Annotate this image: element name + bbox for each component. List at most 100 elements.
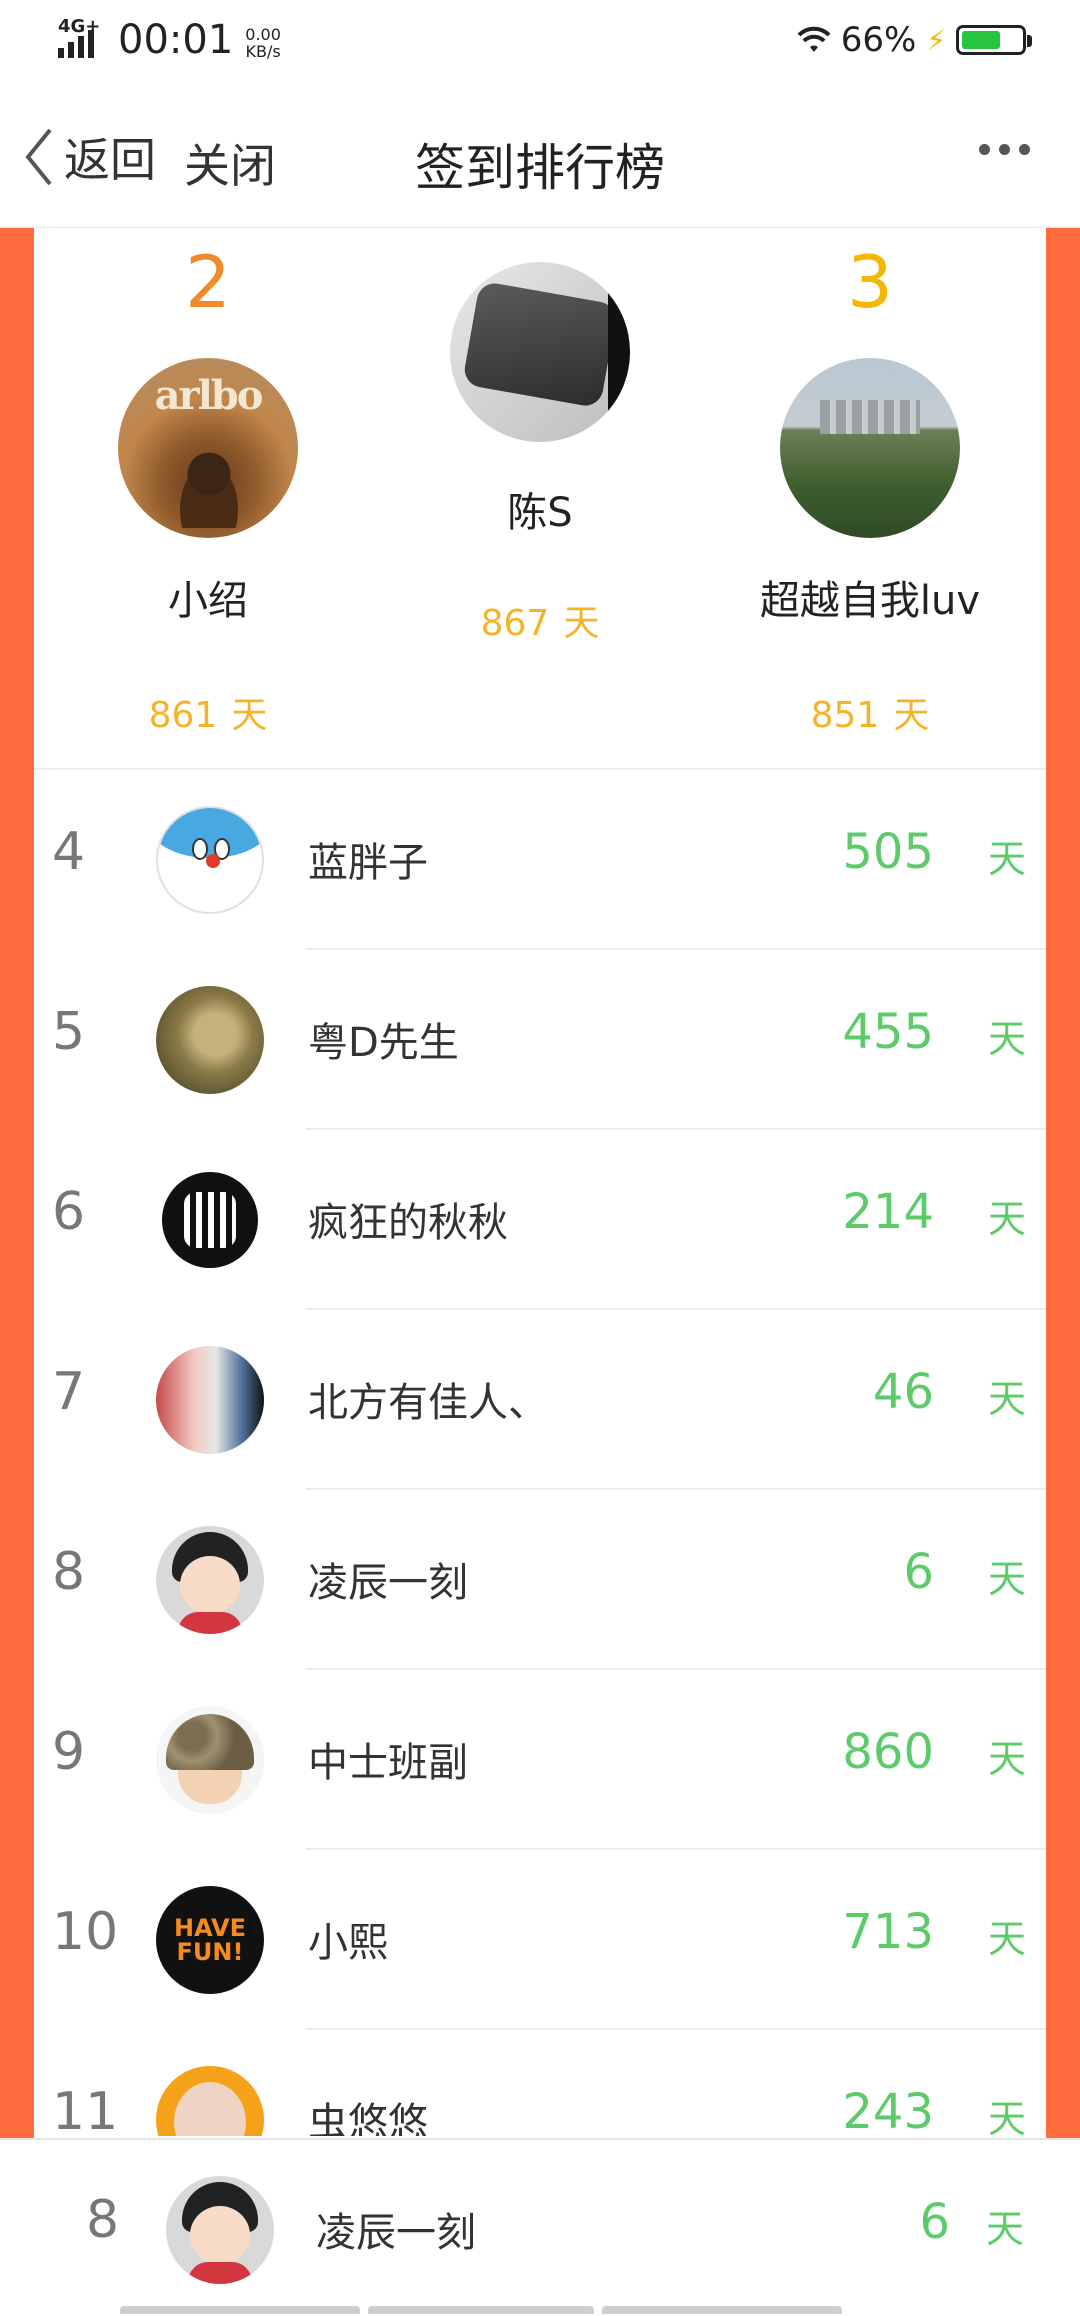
- more-dot-icon: [979, 144, 990, 155]
- network-type: 4G+: [58, 16, 101, 37]
- collage-avatar[interactable]: [156, 1346, 264, 1454]
- my-checkin-days: 6: [919, 2194, 950, 2250]
- rank-number: 10: [52, 1902, 119, 1962]
- doraemon-avatar[interactable]: [156, 806, 264, 914]
- user-name: 蓝胖子: [308, 840, 428, 886]
- my-name: 凌辰一刻: [316, 2210, 476, 2256]
- cartoon-boy-avatar[interactable]: [156, 1526, 264, 1634]
- user-name: 小熙: [308, 1920, 388, 1966]
- days-unit: 天: [987, 1017, 1026, 1061]
- podium-days-value: 851: [810, 695, 880, 736]
- podium-days-value: 861: [148, 695, 218, 736]
- more-menu-button[interactable]: [979, 144, 1030, 155]
- status-bar: 4G+ 00:01 0.00 KB/s 66% ⚡: [0, 0, 1080, 84]
- rank-number: 9: [52, 1722, 86, 1782]
- avatar-edge: [608, 262, 630, 442]
- avatar[interactable]: [450, 262, 630, 442]
- my-rank-bar[interactable]: 8 凌辰一刻 6 天: [0, 2138, 1080, 2316]
- days-unit: 天: [987, 2097, 1026, 2136]
- podium-first[interactable]: 陈S 867 天: [440, 262, 640, 646]
- user-name: 粤D先生: [308, 1020, 459, 1066]
- speed-unit: KB/s: [245, 42, 281, 61]
- podium-second[interactable]: 2 arlbo 小绍 861 天: [110, 242, 306, 738]
- days-unit: 天: [987, 1737, 1026, 1781]
- more-dot-icon: [1019, 144, 1030, 155]
- podium-days-value: 867: [480, 603, 550, 644]
- days-unit: 天: [987, 1377, 1026, 1421]
- podium-rank: 2: [185, 240, 231, 324]
- toy-avatar[interactable]: [156, 986, 264, 1094]
- frame-left: [0, 228, 34, 2138]
- bottom-indicator: [0, 2306, 1080, 2316]
- status-left: 4G+ 00:01 0.00 KB/s: [58, 16, 281, 64]
- checkin-days: 243: [842, 2084, 934, 2136]
- list-item[interactable]: 4 蓝胖子 505 天: [34, 770, 1046, 950]
- avatar[interactable]: [780, 358, 960, 538]
- podium-third[interactable]: 3 超越自我luv 851 天: [750, 242, 990, 738]
- emblem-avatar[interactable]: [156, 1166, 264, 1274]
- avatar[interactable]: arlbo: [118, 358, 298, 538]
- rank-number: 5: [52, 1002, 86, 1062]
- cowboy-image: [164, 438, 254, 528]
- cartoon-old-man-avatar[interactable]: [156, 2066, 264, 2136]
- podium-rank: 3: [847, 240, 893, 324]
- network-speed: 0.00 KB/s: [245, 26, 281, 64]
- page-title: 签到排行榜: [415, 139, 665, 197]
- rank-number: 4: [52, 822, 86, 882]
- rank-number: 6: [52, 1182, 86, 1242]
- avatar-text-1: HAVE: [174, 1914, 246, 1942]
- clock: 00:01: [118, 17, 234, 63]
- battery-level: [962, 31, 1001, 49]
- list-item[interactable]: 7 北方有佳人、 46 天: [34, 1310, 1046, 1490]
- checkin-days: 455: [842, 1004, 934, 1060]
- podium-days-unit: 天: [893, 695, 930, 736]
- avatar-text-2: FUN!: [176, 1938, 244, 1966]
- cartoon-boy-avatar[interactable]: [166, 2176, 274, 2284]
- checkin-days: 713: [842, 1904, 934, 1960]
- list-item[interactable]: 10 HAVE FUN! 小熙 713 天: [34, 1850, 1046, 2030]
- podium-days: 861 天: [110, 686, 306, 738]
- podium-days-unit: 天: [563, 603, 600, 644]
- soldier-avatar[interactable]: [156, 1706, 264, 1814]
- user-name: 北方有佳人、: [308, 1380, 548, 1426]
- frame-right: [1046, 228, 1080, 2138]
- user-name: 疯狂的秋秋: [308, 1200, 508, 1246]
- checkin-days: 860: [842, 1724, 934, 1780]
- user-name: 中士班副: [308, 1740, 468, 1786]
- rank-number: 7: [52, 1362, 86, 1422]
- rank-number: 8: [52, 1542, 86, 1602]
- have-fun-avatar[interactable]: HAVE FUN!: [156, 1886, 264, 1994]
- list-item[interactable]: 6 疯狂的秋秋 214 天: [34, 1130, 1046, 1310]
- device-image: [461, 280, 619, 409]
- podium-days: 867 天: [440, 594, 640, 646]
- podium-name: 陈S: [507, 490, 573, 536]
- days-unit: 天: [985, 2207, 1024, 2251]
- checkin-days: 6: [903, 1544, 934, 1600]
- user-name: 虫悠悠: [308, 2100, 428, 2136]
- battery-icon: [956, 25, 1032, 55]
- list-item[interactable]: 8 凌辰一刻 6 天: [34, 1490, 1046, 1670]
- avatar-logo-text: arlbo: [154, 372, 264, 419]
- list-item[interactable]: 5 粤D先生 455 天: [34, 950, 1046, 1130]
- days-unit: 天: [987, 1917, 1026, 1961]
- checkin-days: 214: [842, 1184, 934, 1240]
- list-item[interactable]: 11 虫悠悠 243 天: [34, 2030, 1046, 2136]
- rank-number: 11: [52, 2082, 119, 2136]
- checkin-days: 505: [842, 824, 934, 880]
- podium-name: 小绍: [168, 578, 248, 624]
- wifi-icon: [797, 26, 831, 52]
- user-name: 凌辰一刻: [308, 1560, 468, 1606]
- podium-days-unit: 天: [231, 695, 268, 736]
- charging-icon: ⚡: [926, 23, 946, 57]
- list-item[interactable]: 9 中士班副 860 天: [34, 1670, 1046, 1850]
- status-right: 66% ⚡: [797, 20, 1032, 60]
- signal-icon: 4G+: [58, 16, 110, 64]
- ranking-list[interactable]: 4 蓝胖子 505 天 5 粤D先生 455 天 6 疯狂的秋秋 214 天 7…: [34, 770, 1046, 2136]
- checkin-days: 46: [872, 1364, 934, 1420]
- more-dot-icon: [999, 144, 1010, 155]
- podium-name: 超越自我luv: [759, 578, 981, 624]
- podium-days: 851 天: [750, 686, 990, 738]
- days-unit: 天: [987, 1197, 1026, 1241]
- speed-value: 0.00: [245, 25, 281, 44]
- city-image: [820, 400, 920, 434]
